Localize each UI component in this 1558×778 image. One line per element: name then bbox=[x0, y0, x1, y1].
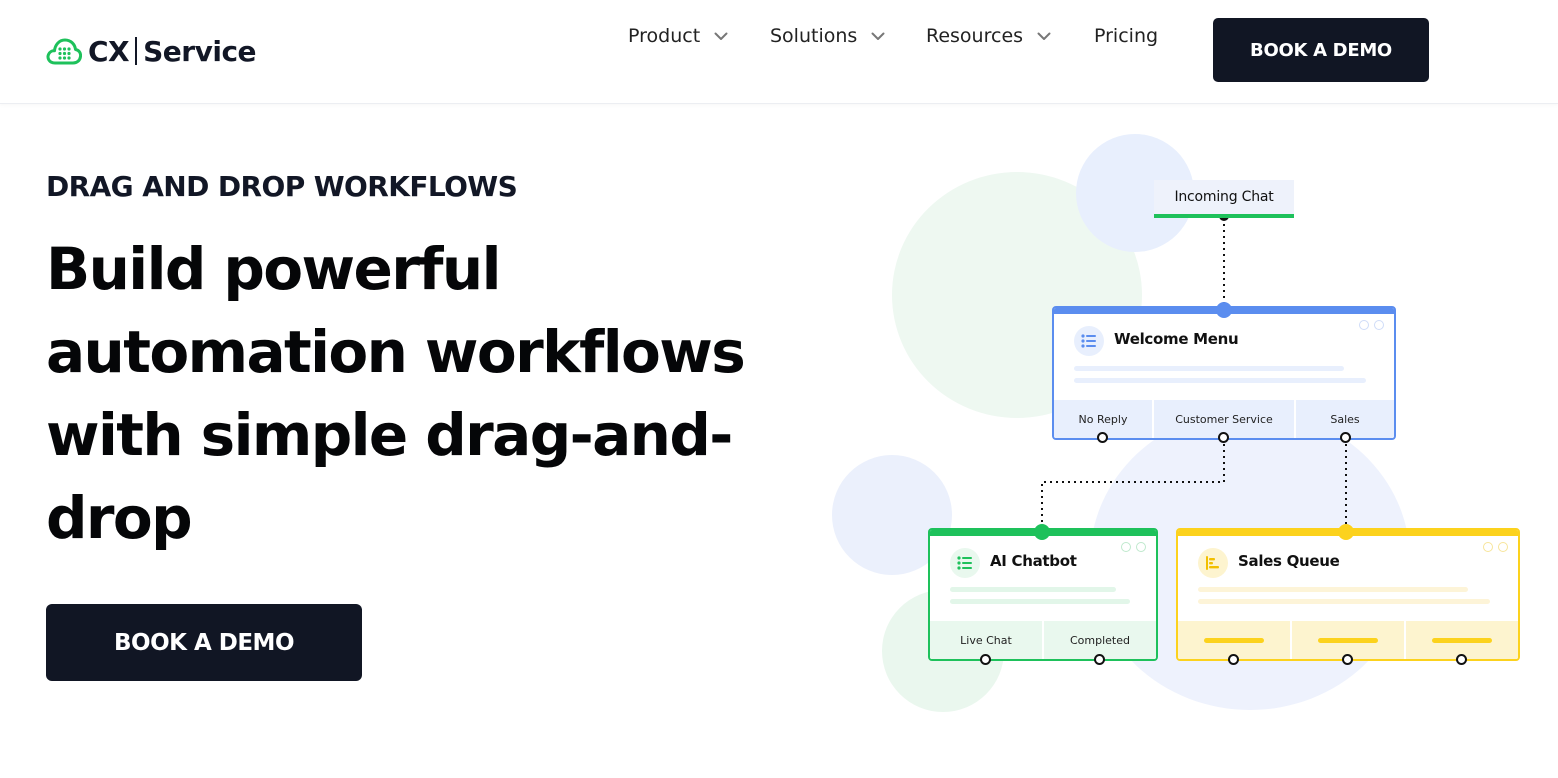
input-port[interactable] bbox=[1216, 302, 1232, 318]
nav-item-resources[interactable]: Resources bbox=[926, 25, 1051, 47]
output-port[interactable] bbox=[1097, 432, 1108, 443]
window-dots bbox=[1478, 542, 1508, 552]
hero-book-demo-button[interactable]: BOOK A DEMO bbox=[46, 604, 362, 681]
welcome-menu-card[interactable]: Welcome Menu No Reply Customer Service S… bbox=[1052, 306, 1396, 440]
incoming-chat-node[interactable]: Incoming Chat bbox=[1154, 180, 1294, 218]
header-book-demo-button[interactable]: BOOK A DEMO bbox=[1213, 18, 1429, 82]
site-header: CX Service Product Solutions Resources P… bbox=[0, 0, 1558, 104]
cloud-grid-icon bbox=[46, 38, 82, 65]
workflow-illustration: Incoming Chat Welcome Menu No Reply Cust… bbox=[820, 120, 1558, 720]
input-port[interactable] bbox=[1338, 524, 1354, 540]
nav-item-solutions[interactable]: Solutions bbox=[770, 25, 885, 47]
chevron-down-icon bbox=[1037, 32, 1051, 40]
sales-queue-title: Sales Queue bbox=[1238, 552, 1340, 570]
sales-queue-card[interactable]: Sales Queue bbox=[1176, 528, 1520, 661]
incoming-chat-label: Incoming Chat bbox=[1174, 189, 1274, 205]
brand-divider bbox=[135, 37, 138, 65]
headline-line: with simple drag-and- bbox=[46, 401, 733, 469]
output-port[interactable] bbox=[980, 654, 991, 665]
window-dots bbox=[1116, 542, 1146, 552]
output-port[interactable] bbox=[1228, 654, 1239, 665]
nav-item-label: Resources bbox=[926, 25, 1024, 47]
placeholder-line bbox=[1198, 599, 1490, 604]
placeholder-line bbox=[950, 599, 1130, 604]
placeholder-line bbox=[1074, 378, 1366, 383]
ai-chatbot-title: AI Chatbot bbox=[990, 552, 1077, 570]
output-port[interactable] bbox=[1456, 654, 1467, 665]
placeholder-line bbox=[1074, 366, 1344, 371]
ai-chatbot-card[interactable]: AI Chatbot Live Chat Completed bbox=[928, 528, 1158, 661]
nav-item-pricing[interactable]: Pricing bbox=[1094, 25, 1158, 47]
output-port[interactable] bbox=[1340, 432, 1351, 443]
queue-icon bbox=[1198, 548, 1228, 578]
list-icon bbox=[950, 548, 980, 578]
headline-line: Build powerful bbox=[46, 235, 501, 303]
output-port[interactable] bbox=[1218, 432, 1229, 443]
brand-logo[interactable]: CX Service bbox=[46, 32, 257, 70]
nav-item-label: Product bbox=[628, 25, 701, 47]
headline-line: automation workflows bbox=[46, 318, 746, 386]
input-port[interactable] bbox=[1034, 524, 1050, 540]
placeholder-line bbox=[950, 587, 1116, 592]
brand-name-service: Service bbox=[143, 34, 257, 68]
hero-headline: Build powerful automation workflows with… bbox=[46, 228, 786, 560]
placeholder-line bbox=[1198, 587, 1468, 592]
headline-line: drop bbox=[46, 484, 193, 552]
welcome-menu-title: Welcome Menu bbox=[1114, 330, 1239, 348]
hero-eyebrow: DRAG AND DROP WORKFLOWS bbox=[46, 170, 518, 203]
ai-chatbot-options: Live Chat Completed bbox=[930, 621, 1156, 659]
list-icon bbox=[1074, 326, 1104, 356]
nav-item-product[interactable]: Product bbox=[628, 25, 728, 47]
window-dots bbox=[1354, 320, 1384, 330]
output-port[interactable] bbox=[1342, 654, 1353, 665]
chevron-down-icon bbox=[714, 32, 728, 40]
nav-item-label: Solutions bbox=[770, 25, 858, 47]
output-port[interactable] bbox=[1094, 654, 1105, 665]
chevron-down-icon bbox=[871, 32, 885, 40]
nav-item-label: Pricing bbox=[1094, 25, 1159, 47]
brand-name-cx: CX bbox=[88, 34, 130, 68]
